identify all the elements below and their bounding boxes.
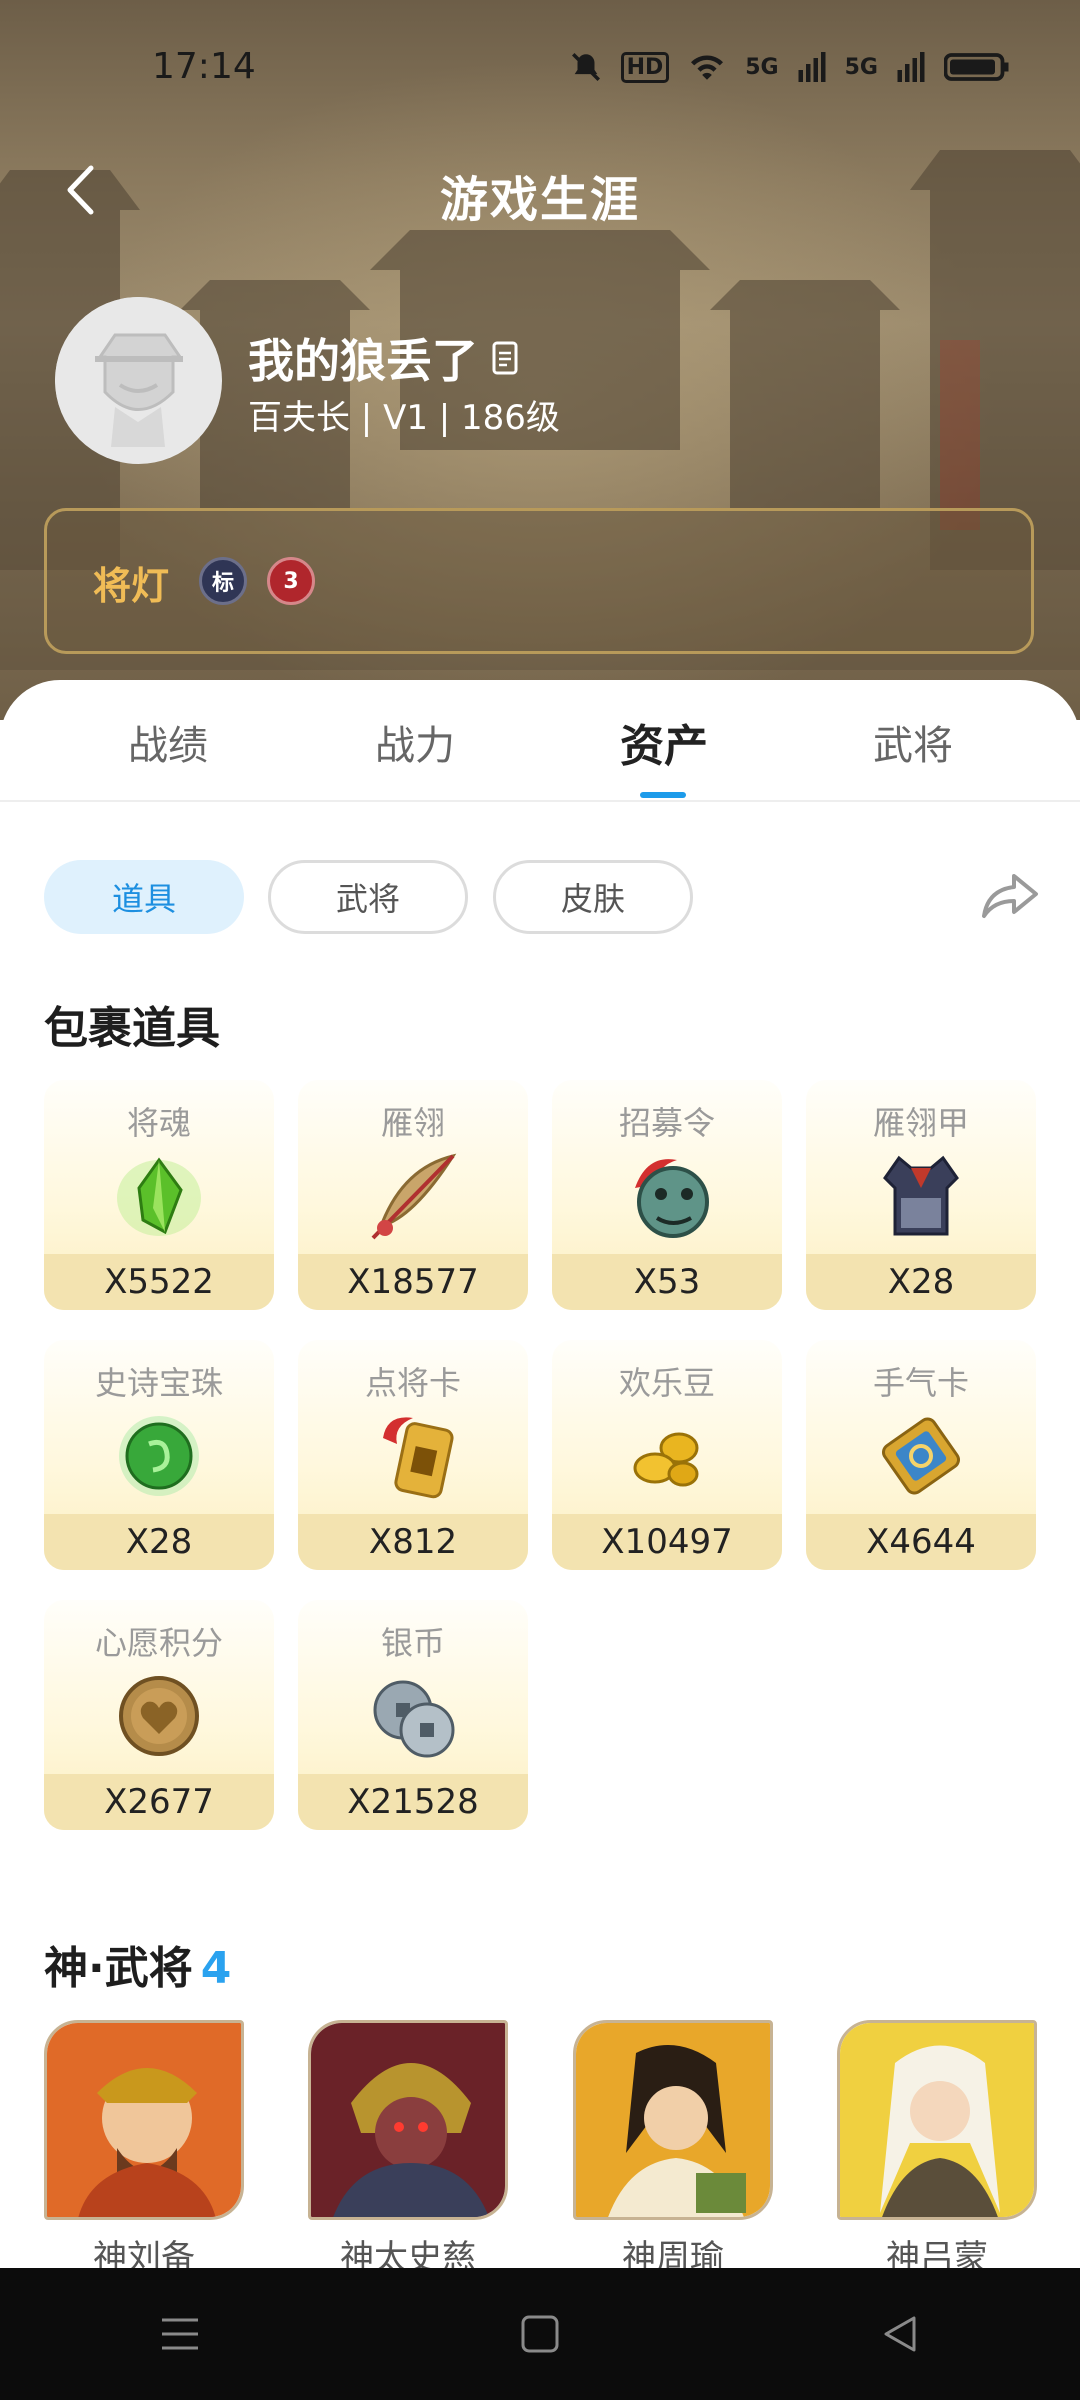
- general-portrait: [573, 2020, 773, 2220]
- status-bar: 17:14 HD 5G 5G: [0, 0, 1080, 140]
- feather-icon: [371, 1153, 457, 1240]
- item-qty: X28: [806, 1254, 1036, 1310]
- green-orb-icon: [119, 1416, 199, 1496]
- silver-coins-icon: [373, 1680, 455, 1758]
- menu-icon: [162, 2318, 198, 2350]
- generals-count: 4: [200, 1943, 232, 1994]
- item-card[interactable]: 雁翎 X18577: [298, 1080, 528, 1310]
- item-qty: X21528: [298, 1774, 528, 1830]
- general-portrait-image: [840, 2023, 1034, 2217]
- item-card[interactable]: 银币 X21528: [298, 1600, 528, 1830]
- signal-2-icon: [897, 52, 925, 82]
- item-card[interactable]: 点将卡 X812: [298, 1340, 528, 1570]
- general-card[interactable]: 神刘备: [44, 2020, 244, 2279]
- general-card-icon: [383, 1417, 454, 1499]
- signal-1-icon: [798, 52, 826, 82]
- home-square-icon: [521, 2315, 559, 2353]
- share-icon[interactable]: [980, 870, 1040, 920]
- gold-beans-icon: [633, 1432, 699, 1487]
- default-avatar-icon: [55, 297, 221, 463]
- item-card[interactable]: 雁翎甲 X28: [806, 1080, 1036, 1310]
- general-portrait: [308, 2020, 508, 2220]
- general-card[interactable]: 神太史慈: [308, 2020, 508, 2279]
- inventory-title: 包裹道具: [44, 1003, 220, 1054]
- profile-meta: 百夫长 | V1 | 186级: [248, 398, 560, 438]
- item-card[interactable]: 心愿积分 X2677: [44, 1600, 274, 1830]
- chip-items[interactable]: 道具: [44, 860, 244, 934]
- item-qty: X53: [552, 1254, 782, 1310]
- item-card[interactable]: 欢乐豆 X10497: [552, 1340, 782, 1570]
- triangle-back-icon: [884, 2316, 916, 2352]
- item-card[interactable]: 招募令 X53: [552, 1080, 782, 1310]
- mask-token-icon: [635, 1159, 709, 1238]
- tab-assets[interactable]: 资产: [584, 710, 744, 774]
- generals-title-text: 神·武将: [44, 1943, 193, 1994]
- item-name: 银币: [380, 1624, 445, 1662]
- general-card[interactable]: 神吕蒙: [837, 2020, 1037, 2279]
- general-portrait-image: [576, 2023, 770, 2217]
- luck-card-icon: [882, 1417, 960, 1495]
- item-name: 点将卡: [364, 1364, 461, 1402]
- page-title: 游戏生涯: [439, 172, 640, 228]
- item-name: 心愿积分: [94, 1624, 223, 1662]
- nav-menu-button[interactable]: [140, 2294, 220, 2374]
- generals-list: 神刘备 神太史慈 神周瑜 神吕蒙: [0, 2020, 1080, 2278]
- item-card[interactable]: 史诗宝珠 X28: [44, 1340, 274, 1570]
- hd-badge-icon: HD: [620, 51, 670, 83]
- badge-biao-icon: 标: [199, 557, 247, 605]
- profile-header: 17:14 HD 5G 5G 游戏生涯 我的狼丢了 百夫长 | V1 | 186…: [0, 0, 1080, 720]
- status-icons: HD 5G 5G: [569, 50, 1010, 84]
- item-name: 招募令: [618, 1104, 715, 1142]
- nav-home-button[interactable]: [500, 2294, 580, 2374]
- badge-3-icon: 3: [267, 557, 315, 605]
- battery-icon: [944, 53, 1009, 81]
- chip-skins[interactable]: 皮肤: [493, 860, 693, 934]
- tab-indicator: [640, 792, 686, 798]
- tab-power[interactable]: 战力: [335, 713, 495, 771]
- item-name: 欢乐豆: [618, 1364, 715, 1402]
- tab-generals[interactable]: 武将: [833, 713, 993, 771]
- status-time: 17:14: [152, 46, 256, 87]
- item-qty: X4644: [806, 1514, 1036, 1570]
- item-qty: X10497: [552, 1514, 782, 1570]
- nav-back-button[interactable]: [860, 2294, 940, 2374]
- nickname: 我的狼丢了: [248, 334, 478, 388]
- item-qty: X18577: [298, 1254, 528, 1310]
- armor-icon: [883, 1155, 959, 1236]
- chip-generals[interactable]: 武将: [268, 860, 468, 934]
- filter-chips: 道具 武将 皮肤: [0, 860, 1080, 940]
- nickname-row: 我的狼丢了: [248, 325, 518, 391]
- item-name: 史诗宝珠: [94, 1364, 223, 1402]
- heart-coin-icon: [119, 1676, 199, 1756]
- item-qty: X812: [298, 1514, 528, 1570]
- title-box[interactable]: 将灯 标 3: [44, 508, 1034, 654]
- general-card[interactable]: 神周瑜: [573, 2020, 773, 2279]
- item-qty: X28: [44, 1514, 274, 1570]
- wifi-icon: [691, 55, 724, 80]
- green-crystal-icon: [117, 1157, 201, 1236]
- tab-record[interactable]: 战绩: [88, 713, 248, 771]
- general-portrait-image: [47, 2023, 241, 2217]
- avatar[interactable]: [55, 297, 222, 464]
- general-portrait-image: [311, 2023, 505, 2217]
- document-icon[interactable]: [492, 341, 518, 375]
- mute-bell-icon: [571, 52, 600, 82]
- item-qty: X5522: [44, 1254, 274, 1310]
- general-portrait: [837, 2020, 1037, 2220]
- general-portrait: [44, 2020, 244, 2220]
- item-name: 雁翎: [380, 1104, 445, 1142]
- signal-2-label: 5G: [844, 54, 878, 80]
- item-qty: X2677: [44, 1774, 274, 1830]
- title-name: 将灯: [93, 564, 170, 608]
- generals-title: 神·武将 4: [44, 1932, 231, 1996]
- item-name: 雁翎甲: [872, 1104, 969, 1142]
- item-name: 手气卡: [872, 1364, 969, 1402]
- item-name: 将魂: [126, 1104, 191, 1142]
- tab-bar: 战绩 战力 资产 武将: [0, 680, 1080, 802]
- system-nav-bar: [0, 2268, 1080, 2400]
- item-card[interactable]: 将魂 X5522: [44, 1080, 274, 1310]
- signal-1-label: 5G: [745, 54, 779, 80]
- item-card[interactable]: 手气卡 X4644: [806, 1340, 1036, 1570]
